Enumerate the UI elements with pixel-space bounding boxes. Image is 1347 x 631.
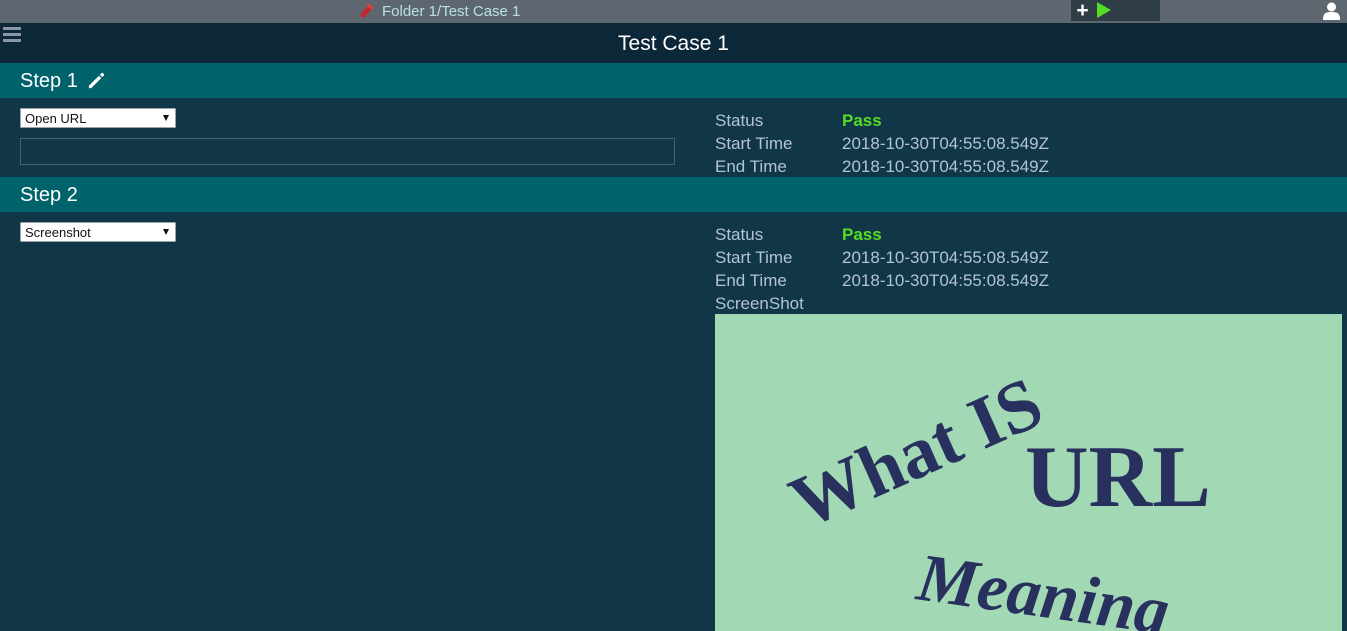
start-time-value: 2018-10-30T04:55:08.549Z xyxy=(842,134,1049,153)
breadcrumb-label: Folder 1/Test Case 1 xyxy=(382,3,521,20)
screenshot-text-what-is: What IS xyxy=(779,362,1055,545)
test-tube-icon xyxy=(360,3,373,18)
chevron-down-icon xyxy=(163,115,169,121)
pencil-icon[interactable] xyxy=(87,71,106,90)
end-time-label: End Time xyxy=(715,271,787,290)
end-time-label: End Time xyxy=(715,157,787,176)
status-label: Status xyxy=(715,225,764,244)
screenshot-graphic: What IS URL Meaning xyxy=(779,362,1211,631)
step-title: Step 1 xyxy=(20,70,78,92)
screenshot-label: ScreenShot xyxy=(715,294,804,313)
user-icon[interactable] xyxy=(1323,2,1340,20)
plus-icon[interactable]: + xyxy=(1074,0,1091,21)
status-label: Status xyxy=(715,111,764,130)
screenshot-text-url: URL xyxy=(1025,429,1211,526)
chevron-down-icon xyxy=(163,229,169,235)
screenshot-text-meaning: Meaning xyxy=(912,538,1174,631)
step-2-header: Step 2 xyxy=(0,177,1347,212)
screenshot-image: What IS URL Meaning xyxy=(715,314,1342,631)
action-value: Open URL xyxy=(25,111,87,126)
start-time-value: 2018-10-30T04:55:08.549Z xyxy=(842,248,1049,267)
play-icon[interactable] xyxy=(1097,2,1111,18)
step-2-action-select[interactable]: Screenshot xyxy=(20,222,176,242)
status-value: Pass xyxy=(842,111,882,130)
url-input[interactable] xyxy=(20,138,675,165)
status-value: Pass xyxy=(842,225,882,244)
step-title: Step 2 xyxy=(20,184,78,206)
step-1-action-select[interactable]: Open URL xyxy=(20,108,176,128)
action-value: Screenshot xyxy=(25,225,91,240)
end-time-value: 2018-10-30T04:55:08.549Z xyxy=(842,157,1049,176)
start-time-label: Start Time xyxy=(715,134,793,153)
breadcrumb[interactable]: Folder 1/Test Case 1 xyxy=(357,2,520,21)
start-time-label: Start Time xyxy=(715,248,793,267)
end-time-value: 2018-10-30T04:55:08.549Z xyxy=(842,271,1049,290)
page-title: Test Case 1 xyxy=(618,32,729,55)
step-1-header: Step 1 xyxy=(0,63,1347,98)
